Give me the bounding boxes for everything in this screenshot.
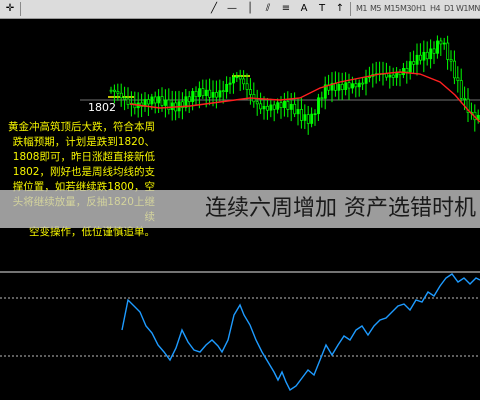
candle-body: [306, 114, 310, 124]
candle-body: [429, 48, 433, 60]
candle-body: [109, 89, 113, 92]
candle-body: [279, 102, 283, 108]
caption-banner: 连续六周增加 资产选错时机: [0, 190, 480, 228]
candle-body: [391, 74, 395, 78]
candle-body: [187, 96, 191, 103]
candle-body: [204, 89, 208, 97]
candle-body: [153, 96, 157, 104]
candle-body: [289, 103, 293, 110]
candle-body: [449, 59, 453, 62]
candle-body: [347, 82, 351, 89]
candle-body: [317, 97, 320, 115]
candle-body: [436, 40, 439, 54]
candle-body: [408, 61, 412, 73]
candle-body: [334, 82, 337, 91]
candle-body: [276, 102, 280, 110]
candle-body: [272, 104, 276, 110]
candle-body: [245, 83, 249, 90]
candle-body: [415, 54, 419, 65]
candle-body: [442, 42, 446, 45]
candle-body: [262, 105, 266, 110]
candle-body: [228, 82, 232, 85]
candle-body: [235, 76, 239, 79]
candle-body: [218, 90, 222, 98]
candle-body: [456, 77, 460, 81]
candle-body: [459, 80, 463, 99]
candle-body: [119, 92, 123, 99]
candle-body: [198, 88, 201, 97]
candle-body: [194, 91, 198, 97]
candle-body: [201, 88, 205, 97]
candle-body: [293, 103, 297, 115]
candle-body: [296, 109, 300, 115]
candle-body: [269, 104, 273, 111]
candle-body: [157, 96, 161, 104]
candle-body: [419, 54, 422, 61]
candle-body: [191, 91, 195, 103]
candle-body: [249, 89, 252, 95]
candle-body: [300, 109, 303, 121]
candle-body: [453, 60, 456, 79]
candle-body: [242, 78, 246, 85]
candle-body: [337, 83, 341, 91]
candle-body: [303, 114, 307, 121]
candle-body: [113, 89, 116, 92]
candle-body: [283, 100, 286, 108]
candle-body: [259, 103, 263, 110]
candle-body: [170, 102, 174, 110]
candle-body: [215, 92, 218, 98]
candle-body: [320, 97, 324, 100]
candle-body: [211, 92, 215, 98]
candle-body: [364, 77, 368, 84]
candlestick-series: [109, 35, 480, 135]
candle-body: [221, 90, 225, 93]
candle-body: [432, 48, 436, 54]
candle-body: [446, 42, 450, 60]
candle-body: [361, 82, 365, 85]
candle-body: [405, 68, 409, 73]
candle-body: [310, 113, 314, 124]
candle-body: [286, 100, 290, 110]
candle-body: [412, 61, 416, 65]
candle-body: [266, 105, 269, 111]
candle-body: [313, 113, 317, 116]
candle-body: [126, 98, 130, 105]
candle-body: [344, 82, 348, 91]
candle-body: [208, 89, 212, 98]
candle-body: [422, 51, 426, 61]
caption-banner-text: 连续六周增加 资产选错时机: [205, 196, 476, 221]
candle-body: [147, 99, 150, 105]
candle-body: [255, 101, 259, 105]
candle-body: [232, 76, 235, 84]
candle-body: [150, 96, 154, 105]
candle-body: [123, 97, 127, 100]
candle-body: [340, 83, 344, 91]
candle-body: [402, 68, 405, 76]
candle-body: [164, 99, 167, 106]
candle-body: [357, 82, 361, 88]
candle-body: [354, 83, 358, 88]
candle-body: [116, 91, 120, 94]
candle-body: [425, 51, 429, 60]
candle-body: [439, 40, 443, 45]
candle-body: [463, 98, 467, 100]
candle-body: [388, 74, 392, 78]
oscillator-line: [121, 273, 480, 392]
candle-body: [160, 96, 164, 106]
candle-body: [351, 83, 354, 89]
candle-body: [238, 76, 242, 80]
price-level-label: 1802: [88, 101, 116, 114]
candle-body: [225, 83, 229, 93]
